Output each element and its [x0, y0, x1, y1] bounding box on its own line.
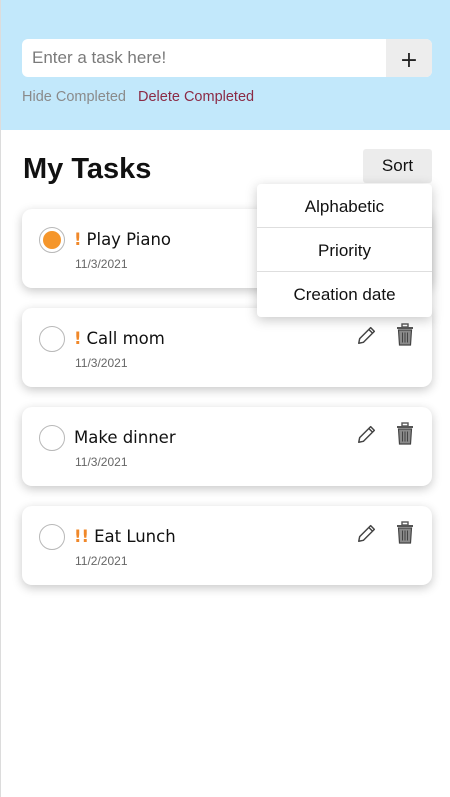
task-title: ! Play Piano: [74, 230, 171, 249]
complete-checkbox[interactable]: [39, 425, 65, 451]
task-input[interactable]: [22, 39, 386, 77]
task-name: Eat Lunch: [94, 527, 176, 546]
header-links: Hide Completed Delete Completed: [22, 89, 254, 105]
sort-option-creation-date[interactable]: Creation date: [257, 272, 432, 316]
task-date: 11/2/2021: [75, 554, 128, 568]
pencil-icon[interactable]: [356, 324, 378, 346]
task-date: 11/3/2021: [75, 455, 128, 469]
sort-button[interactable]: Sort: [363, 149, 432, 183]
delete-completed-link[interactable]: Delete Completed: [138, 89, 254, 105]
priority-marker: !!: [74, 527, 90, 546]
page-title: My Tasks: [23, 153, 152, 185]
trash-icon[interactable]: [395, 422, 415, 446]
priority-marker: !: [74, 230, 82, 249]
header-bar: + Hide Completed Delete Completed: [1, 0, 450, 130]
trash-icon[interactable]: [395, 323, 415, 347]
task-title: ! Call mom: [74, 329, 165, 348]
priority-marker: !: [74, 329, 82, 348]
pencil-icon[interactable]: [356, 423, 378, 445]
completed-checkbox[interactable]: [39, 227, 65, 253]
task-name: Play Piano: [86, 230, 172, 249]
hide-completed-link[interactable]: Hide Completed: [22, 89, 126, 105]
complete-checkbox[interactable]: [39, 326, 65, 352]
trash-icon[interactable]: [395, 521, 415, 545]
task-title: !! Eat Lunch: [74, 527, 176, 546]
pencil-icon[interactable]: [356, 522, 378, 544]
task-date: 11/3/2021: [75, 257, 128, 271]
sort-option-alphabetic[interactable]: Alphabetic: [257, 184, 432, 228]
task-name: Make dinner: [74, 428, 176, 447]
sort-option-priority[interactable]: Priority: [257, 228, 432, 272]
task-card: !! Eat Lunch 11/2/2021: [22, 506, 432, 585]
task-card: Make dinner 11/3/2021: [22, 407, 432, 486]
complete-checkbox[interactable]: [39, 524, 65, 550]
sort-menu: Alphabetic Priority Creation date: [257, 184, 432, 317]
task-date: 11/3/2021: [75, 356, 128, 370]
task-card: ! Call mom 11/3/2021: [22, 308, 432, 387]
task-title: Make dinner: [74, 428, 176, 447]
add-task-button[interactable]: +: [386, 39, 432, 77]
task-name: Call mom: [86, 329, 165, 348]
task-input-row: +: [22, 39, 432, 77]
